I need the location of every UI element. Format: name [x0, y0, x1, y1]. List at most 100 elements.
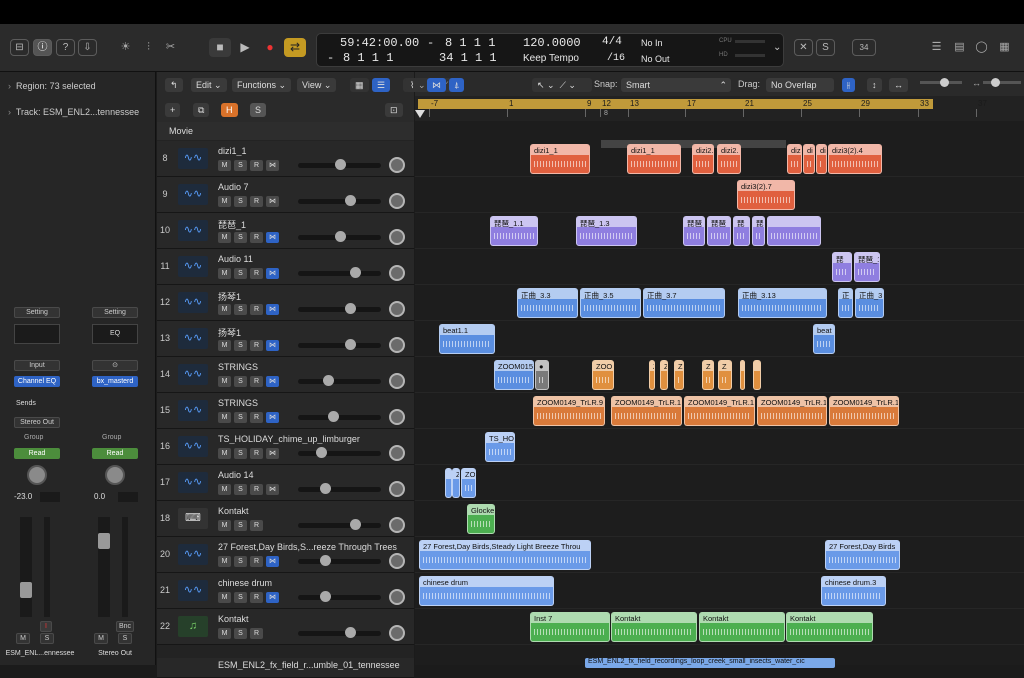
mute-button[interactable]: M — [218, 268, 231, 279]
mute-button[interactable]: M — [218, 232, 231, 243]
browser-icon[interactable]: ▦ — [996, 39, 1013, 56]
input-monitor-icon[interactable]: ⋈ — [266, 592, 279, 603]
region[interactable]: ZOO — [592, 360, 614, 390]
global-solo-button[interactable]: S — [250, 103, 267, 117]
pan-knob[interactable] — [389, 193, 405, 209]
fader-handle[interactable] — [20, 582, 32, 598]
track-row[interactable]: 15 ∿∿ STRINGS M S R ⋈ — [157, 393, 414, 429]
setting-button[interactable]: Setting — [14, 307, 60, 318]
region[interactable]: ZOOM0149_TrLR.1 — [611, 396, 682, 426]
track-lane[interactable] — [415, 501, 1024, 537]
region[interactable] — [753, 360, 761, 390]
input-monitor-icon[interactable]: ⋈ — [266, 232, 279, 243]
waveform-icon[interactable]: ∿∿ — [178, 256, 208, 277]
horizontal-zoom-slider[interactable] — [983, 78, 1021, 87]
region[interactable]: Z — [452, 468, 460, 498]
volume-knob[interactable] — [350, 267, 361, 278]
solo-mode-icon[interactable]: S — [816, 39, 835, 56]
region[interactable]: dizi1_1 — [530, 144, 590, 174]
track-row[interactable]: 16 ∿∿ TS_HOLIDAY_chime_up_limburger M S R ⋈ — [157, 429, 414, 465]
track-lane[interactable] — [415, 249, 1024, 285]
region[interactable]: 琵琶_1.1 — [490, 216, 538, 246]
mute-button[interactable]: M — [218, 448, 231, 459]
list-view-icon[interactable]: ☰ — [372, 78, 391, 92]
play-button[interactable]: ▶ — [234, 38, 256, 57]
region[interactable]: dizi3(2).4 — [828, 144, 882, 174]
region[interactable]: ZOOM0149_TrLR.1 — [684, 396, 755, 426]
mute-button[interactable]: M — [218, 520, 231, 531]
volume-slider[interactable] — [298, 591, 381, 602]
editors-icon[interactable]: ✂ — [162, 39, 179, 56]
track-row[interactable]: 10 ∿∿ 琵琶_1 M S R ⋈ — [157, 213, 414, 249]
waveform-icon[interactable]: ∿∿ — [178, 328, 208, 349]
solo-button[interactable]: S — [234, 628, 247, 639]
input-monitor-icon[interactable]: ⋈ — [266, 340, 279, 351]
solo-button[interactable]: S — [234, 376, 247, 387]
region[interactable]: Z — [674, 360, 684, 390]
region[interactable]: dizi2. — [717, 144, 741, 174]
pan-knob[interactable] — [389, 553, 405, 569]
region[interactable]: 琵 — [832, 252, 852, 282]
region[interactable]: 正曲_3.5 — [580, 288, 641, 318]
region[interactable]: 琵琶 — [707, 216, 731, 246]
volume-slider[interactable] — [298, 375, 381, 386]
track-row[interactable]: 21 ∿∿ chinese drum M S R ⋈ — [157, 573, 414, 609]
record-button[interactable]: ● — [259, 38, 281, 57]
solo-button[interactable]: S — [234, 412, 247, 423]
solo-button[interactable]: S — [40, 633, 54, 644]
track-row[interactable]: 14 ∿∿ STRINGS M S R ⋈ — [157, 357, 414, 393]
pan-knob[interactable] — [389, 229, 405, 245]
mute-button[interactable]: M — [218, 376, 231, 387]
mute-button[interactable]: M — [16, 633, 30, 644]
input-monitor-icon[interactable]: ⋈ — [266, 160, 279, 171]
vertical-zoom-icon[interactable]: ↕ — [867, 78, 882, 92]
region[interactable]: beat1.1 — [439, 324, 495, 354]
cycle-area[interactable] — [418, 99, 933, 109]
region[interactable]: ZOOM0149_TrLR.9 — [533, 396, 605, 426]
input-monitor-icon[interactable]: ⋈ — [266, 484, 279, 495]
read-button[interactable]: R — [250, 196, 263, 207]
edit-menu[interactable]: Edit ⌄ — [191, 78, 227, 92]
duplicate-track-icon[interactable]: ⧉ — [193, 103, 210, 117]
waveform-icon[interactable]: ∿∿ — [178, 148, 208, 169]
region[interactable]: Kontakt — [699, 612, 785, 642]
track-lane[interactable] — [415, 321, 1024, 357]
solo-button[interactable]: S — [234, 592, 247, 603]
bounce-button[interactable]: Bnc — [116, 621, 134, 632]
eq-display[interactable]: EQ — [92, 324, 138, 344]
solo-button[interactable]: S — [234, 448, 247, 459]
read-button[interactable]: R — [250, 304, 263, 315]
region[interactable]: 琵琶 — [683, 216, 705, 246]
region[interactable]: Z — [649, 360, 655, 390]
view-menu[interactable]: View ⌄ — [297, 78, 337, 92]
setting-button[interactable]: Setting — [92, 307, 138, 318]
region[interactable]: Inst 7 — [530, 612, 610, 642]
mute-button[interactable]: M — [218, 160, 231, 171]
smart-tool-icon[interactable]: ⍋ — [449, 78, 465, 92]
pan-knob[interactable] — [389, 589, 405, 605]
pan-knob[interactable] — [389, 409, 405, 425]
read-button[interactable]: R — [250, 628, 263, 639]
solo-button[interactable]: S — [234, 268, 247, 279]
read-button[interactable]: R — [250, 160, 263, 171]
solo-button[interactable]: S — [234, 304, 247, 315]
volume-slider[interactable] — [298, 159, 381, 170]
region[interactable]: 正曲_3.7 — [643, 288, 725, 318]
waveform-icon[interactable]: ∿∿ — [178, 436, 208, 457]
volume-slider[interactable] — [298, 555, 381, 566]
solo-button[interactable]: S — [234, 520, 247, 531]
automation-read-button[interactable]: Read — [14, 448, 60, 459]
input-monitor-icon[interactable]: ⋈ — [266, 268, 279, 279]
region[interactable]: 琵 — [733, 216, 750, 246]
waveform-icon[interactable]: ∿∿ — [178, 544, 208, 565]
input-monitor-icon[interactable]: ⋈ — [266, 376, 279, 387]
fader-track[interactable] — [20, 517, 32, 617]
inspector-icon[interactable]: ⓘ — [33, 39, 52, 56]
volume-slider[interactable] — [298, 483, 381, 494]
solo-button[interactable]: S — [234, 196, 247, 207]
hide-button[interactable]: H — [221, 103, 238, 117]
fader-track[interactable] — [98, 517, 110, 617]
functions-menu[interactable]: Functions ⌄ — [232, 78, 292, 92]
volume-knob[interactable] — [345, 303, 356, 314]
mute-button[interactable]: M — [218, 412, 231, 423]
